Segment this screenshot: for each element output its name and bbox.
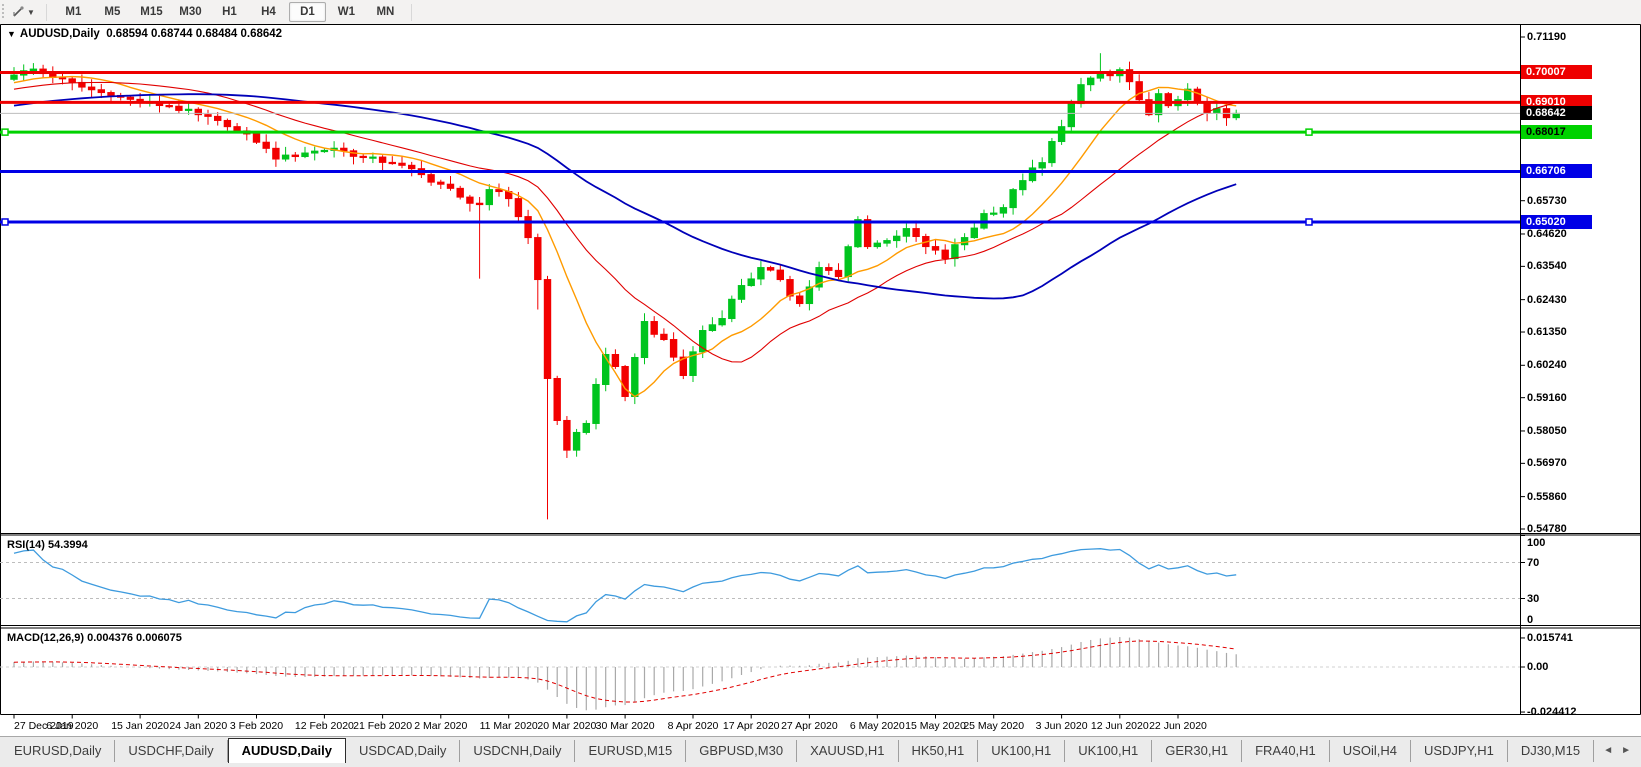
timeframe-button-d1[interactable]: D1 bbox=[289, 2, 326, 22]
macd-histogram bbox=[14, 637, 1236, 710]
date-tick-label: 12 Feb 2020 bbox=[295, 720, 354, 732]
tab-gbpusd-m30[interactable]: GBPUSD,M30 bbox=[686, 740, 797, 762]
timeframe-button-m1[interactable]: M1 bbox=[55, 2, 92, 22]
tab-usdcad-daily[interactable]: USDCAD,Daily bbox=[346, 740, 460, 762]
tab-usoil-h4[interactable]: USOil,H4 bbox=[1330, 740, 1411, 762]
timeframe-button-h1[interactable]: H1 bbox=[211, 2, 248, 22]
statusbar-strip bbox=[0, 763, 1641, 767]
tab-fra40-h1[interactable]: FRA40,H1 bbox=[1242, 740, 1330, 762]
trading-terminal-window: ▼ M1M5M15M30H1H4D1W1MN 27 Dec 20196 Jan … bbox=[0, 0, 1641, 767]
date-tick-label: 2 Mar 2020 bbox=[414, 720, 467, 732]
tabs-scroll-left-icon[interactable]: ◄ bbox=[1603, 745, 1613, 756]
tab-eurusd-m15[interactable]: EURUSD,M15 bbox=[575, 740, 686, 762]
tab-dj30-m15[interactable]: DJ30,M15 bbox=[1508, 740, 1594, 762]
date-tick-label: 27 Apr 2020 bbox=[781, 720, 838, 732]
ma-fast-orange bbox=[14, 77, 1236, 397]
timeframe-button-h4[interactable]: H4 bbox=[250, 2, 287, 22]
axis-ticks bbox=[14, 37, 1525, 719]
chart-canvas[interactable]: 27 Dec 20196 Jan 202015 Jan 202024 Jan 2… bbox=[0, 24, 1641, 735]
date-tick-label: 11 Mar 2020 bbox=[480, 720, 538, 732]
hline-0.68017[interactable] bbox=[0, 129, 1520, 135]
date-tick-label: 25 May 2020 bbox=[963, 720, 1024, 732]
tab-usdjpy-h1[interactable]: USDJPY,H1 bbox=[1411, 740, 1508, 762]
crosshair-tool-icon bbox=[11, 5, 25, 19]
timeframe-button-mn[interactable]: MN bbox=[367, 2, 404, 22]
date-tick-label: 15 May 2020 bbox=[905, 720, 966, 732]
chart-tabs-bar: EURUSD,DailyUSDCHF,DailyAUDUSD,DailyUSDC… bbox=[0, 736, 1641, 764]
tab-xauusd-h1[interactable]: XAUUSD,H1 bbox=[797, 740, 898, 762]
tab-audusd-daily[interactable]: AUDUSD,Daily bbox=[228, 738, 346, 764]
date-tick-label: 21 Feb 2020 bbox=[353, 720, 412, 732]
date-tick-label: 3 Jun 2020 bbox=[1036, 720, 1088, 732]
date-tick-label: 8 Apr 2020 bbox=[668, 720, 719, 732]
ma-slow-blue bbox=[14, 94, 1236, 298]
toolbar-grip-handle[interactable] bbox=[1, 4, 5, 20]
date-tick-label: 20 Mar 2020 bbox=[537, 720, 596, 732]
rsi-line bbox=[14, 549, 1236, 622]
date-tick-label: 12 Jun 2020 bbox=[1091, 720, 1149, 732]
timeframe-button-m5[interactable]: M5 bbox=[94, 2, 131, 22]
timeframe-button-group: M1M5M15M30H1H4D1W1MN bbox=[54, 2, 405, 22]
chart-tool-dropdown-button[interactable]: ▼ bbox=[8, 3, 40, 21]
date-tick-label: 17 Apr 2020 bbox=[723, 720, 780, 732]
toolbar-separator bbox=[46, 4, 48, 21]
tab-uk100-h1[interactable]: UK100,H1 bbox=[1065, 740, 1152, 762]
timeframe-button-m30[interactable]: M30 bbox=[172, 2, 209, 22]
tab-uk100-h1[interactable]: UK100,H1 bbox=[978, 740, 1065, 762]
toolbar-separator bbox=[411, 4, 413, 21]
timeframe-button-w1[interactable]: W1 bbox=[328, 2, 365, 22]
timeframe-button-m15[interactable]: M15 bbox=[133, 2, 170, 22]
tab-hk50-h1[interactable]: HK50,H1 bbox=[899, 740, 979, 762]
date-tick-label: 22 Jun 2020 bbox=[1149, 720, 1207, 732]
date-tick-label: 3 Feb 2020 bbox=[230, 720, 283, 732]
chevron-down-icon: ▼ bbox=[27, 8, 35, 17]
tab-usdcnh-daily[interactable]: USDCNH,Daily bbox=[460, 740, 575, 762]
date-tick-label: 15 Jan 2020 bbox=[111, 720, 169, 732]
date-tick-label: 6 May 2020 bbox=[850, 720, 905, 732]
date-tick-label: 30 Mar 2020 bbox=[596, 720, 655, 732]
date-tick-label: 6 Jan 2020 bbox=[46, 720, 98, 732]
hline-0.65020[interactable] bbox=[0, 219, 1520, 225]
tabs-scroll-right-icon[interactable]: ► bbox=[1621, 745, 1631, 756]
tab-usdchf-daily[interactable]: USDCHF,Daily bbox=[115, 740, 227, 762]
candles-layer bbox=[11, 53, 1240, 519]
tab-ger30-h1[interactable]: GER30,H1 bbox=[1152, 740, 1242, 762]
date-tick-label: 24 Jan 2020 bbox=[169, 720, 227, 732]
tab-eurusd-daily[interactable]: EURUSD,Daily bbox=[0, 740, 115, 762]
top-toolbar: ▼ M1M5M15M30H1H4D1W1MN bbox=[0, 0, 1641, 25]
